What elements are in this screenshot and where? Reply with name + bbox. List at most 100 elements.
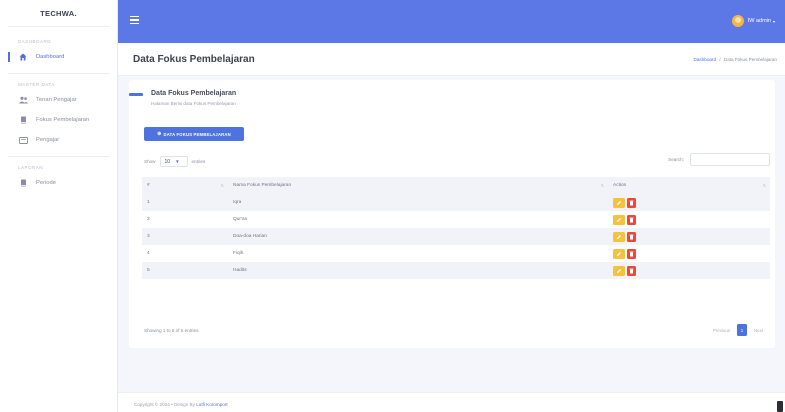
table-row: 3 Doa-doa Harian xyxy=(142,228,770,245)
trash-icon xyxy=(629,234,634,239)
cell-name: Iqra xyxy=(233,200,242,205)
column-header-name[interactable]: Nama Fokus Pembelajaran ⇅ xyxy=(228,177,608,194)
cell-no: 5 xyxy=(147,268,150,273)
table-row: 4 Fiqih xyxy=(142,245,770,262)
delete-button[interactable] xyxy=(627,265,636,276)
trash-icon xyxy=(629,251,634,256)
add-fokus-button[interactable]: ⊕ DATA FOKUS PEMBELAJARAN xyxy=(144,127,244,141)
brand-logo[interactable]: TECHWA. xyxy=(0,0,117,26)
table-info: Showing 1 to 5 of 5 entries xyxy=(144,328,199,333)
column-header-label: Nama Fokus Pembelajaran xyxy=(233,183,292,188)
add-fokus-button-label: DATA FOKUS PEMBELAJARAN xyxy=(163,131,231,137)
cell-no: 4 xyxy=(147,251,150,256)
cell-no: 2 xyxy=(147,217,150,222)
entries-select[interactable]: 10 ▼ xyxy=(159,156,188,167)
entries-select-value: 10 xyxy=(164,158,171,165)
edit-icon xyxy=(617,200,621,205)
sidebar-heading-master-data: MASTER DATA xyxy=(18,82,55,87)
delete-button[interactable] xyxy=(627,248,636,259)
card-icon xyxy=(18,135,28,145)
next-button[interactable]: Next xyxy=(750,328,767,333)
trash-icon xyxy=(629,268,634,273)
chevron-down-icon: ▼ xyxy=(175,159,180,164)
topbar: IW admin ▾ xyxy=(118,0,785,43)
show-label: Show xyxy=(144,159,156,164)
copyright: Copyright © 2024 • Design By Lutfi Korom… xyxy=(134,402,228,407)
edit-button[interactable] xyxy=(613,214,625,225)
page-title: Data Fokus Pembelajaran xyxy=(133,54,255,65)
table-row: 5 Hadits xyxy=(142,262,770,279)
cell-name: Fiqih xyxy=(233,251,244,256)
book-icon xyxy=(18,115,28,125)
breadcrumb-current: Data Fokus Pembelajaran xyxy=(723,57,777,62)
cell-action xyxy=(608,228,770,245)
cell-name: Hadits xyxy=(233,268,247,273)
sidebar-item-dashboard[interactable]: Dashboard xyxy=(0,47,117,67)
page-button-current[interactable]: 1 xyxy=(736,324,747,336)
delete-button[interactable] xyxy=(627,214,636,225)
column-header-label: Action xyxy=(613,183,627,188)
cell-no: 3 xyxy=(147,234,150,239)
edit-button[interactable] xyxy=(613,231,625,242)
chevron-down-icon: ▾ xyxy=(772,18,775,24)
sidebar-item-pengajar[interactable]: Pengajar xyxy=(0,130,117,150)
trash-icon xyxy=(629,200,634,205)
sidebar-heading-dashboard: DASHBOARD xyxy=(18,39,52,44)
page-header: Data Fokus Pembelajaran Dashboard / Data… xyxy=(118,43,785,76)
scroll-to-top-button[interactable] xyxy=(777,401,783,412)
edit-icon xyxy=(617,234,621,239)
menu-toggle-icon[interactable] xyxy=(130,16,139,25)
previous-button[interactable]: Previous xyxy=(709,328,734,333)
sidebar-divider xyxy=(8,26,109,27)
sidebar-item-label: Pengajar xyxy=(36,137,60,143)
column-header-no[interactable]: # ⇅ xyxy=(142,177,228,194)
card-accent-bar xyxy=(129,93,143,96)
sidebar: TECHWA. DASHBOARD Dashboard MASTER DATA … xyxy=(0,0,118,412)
trash-icon xyxy=(629,217,634,222)
data-card: Data Fokus Pembelajaran Halaman Berisi d… xyxy=(129,80,775,348)
edit-button[interactable] xyxy=(613,265,625,276)
edit-button[interactable] xyxy=(613,248,625,259)
copyright-text: Copyright © 2024 • Design By xyxy=(134,402,195,407)
sort-icon: ⇅ xyxy=(220,183,224,188)
edit-button[interactable] xyxy=(613,197,625,208)
cell-no: 1 xyxy=(147,200,150,205)
author-link[interactable]: Lutfi Koromport xyxy=(196,402,227,407)
footer: Copyright © 2024 • Design By Lutfi Korom… xyxy=(118,392,785,412)
breadcrumb-home[interactable]: Dashboard xyxy=(694,57,716,62)
search-label: Search: xyxy=(668,157,684,162)
sidebar-heading-laporan: LAPORAN xyxy=(18,165,44,170)
cell-action xyxy=(608,211,770,228)
delete-button[interactable] xyxy=(627,231,636,242)
edit-icon xyxy=(617,251,621,256)
user-menu[interactable]: IW admin ▾ xyxy=(731,15,775,27)
sort-icon: ⇅ xyxy=(600,183,604,188)
sidebar-item-fokus-pembelajaran[interactable]: Fokus Pembelajaran xyxy=(0,110,117,130)
column-header-action[interactable]: Action ⇅ xyxy=(608,177,770,194)
sidebar-item-label: Tenan Pengajar xyxy=(36,97,77,103)
book-icon xyxy=(18,178,28,188)
card-subtitle: Halaman Berisi data Fokus Pembelajaran xyxy=(151,101,236,106)
delete-button[interactable] xyxy=(627,197,636,208)
column-header-label: # xyxy=(147,183,150,188)
cell-name: Doa-doa Harian xyxy=(233,234,267,239)
cell-name: Qur'an xyxy=(233,217,248,222)
sidebar-item-periode[interactable]: Periode xyxy=(0,173,117,193)
sort-icon: ⇅ xyxy=(762,183,766,188)
card-title: Data Fokus Pembelajaran xyxy=(151,90,237,97)
plus-circle-icon: ⊕ xyxy=(157,131,162,137)
sidebar-item-label: Fokus Pembelajaran xyxy=(36,117,90,123)
table-search: Search: xyxy=(668,153,770,166)
sidebar-item-tenan-pengajar[interactable]: Tenan Pengajar xyxy=(0,90,117,110)
pagination: Previous 1 Next xyxy=(709,324,767,336)
cell-action xyxy=(608,245,770,262)
users-icon xyxy=(18,95,28,105)
search-input[interactable] xyxy=(690,153,770,166)
user-name: IW admin xyxy=(747,18,771,24)
entries-length-control: Show 10 ▼ entries xyxy=(144,156,205,167)
edit-icon xyxy=(617,268,621,273)
sidebar-item-label: Dashboard xyxy=(36,54,65,60)
entries-label: entries xyxy=(191,159,206,164)
fokus-table: # ⇅ Nama Fokus Pembelajaran ⇅ Action ⇅ 1 Iq… xyxy=(142,177,770,279)
sidebar-item-label: Periode xyxy=(36,180,56,186)
